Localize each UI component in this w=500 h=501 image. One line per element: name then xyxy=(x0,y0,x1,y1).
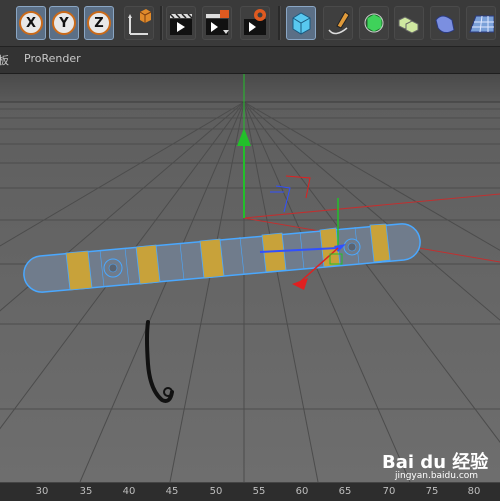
cube-primitive-button[interactable] xyxy=(286,6,316,40)
render-to-picture-viewer-button[interactable] xyxy=(202,6,232,40)
ruler-tick: 60 xyxy=(295,486,309,497)
ruler-tick: 35 xyxy=(79,486,93,497)
timeline-ruler[interactable]: 30 35 40 45 50 55 60 65 70 75 80 xyxy=(0,482,500,501)
world-coordinate-icon xyxy=(128,9,152,35)
y-axis-lock-icon: Y xyxy=(52,11,76,35)
floor-icon xyxy=(469,15,494,33)
ruler-tick: 70 xyxy=(382,486,396,497)
toolbar-separator xyxy=(160,6,163,40)
ruler-tick: 80 xyxy=(467,486,481,497)
deformer-icon xyxy=(435,15,455,34)
render-settings-button[interactable] xyxy=(240,6,270,40)
ruler-tick: 65 xyxy=(338,486,352,497)
render-view-button[interactable] xyxy=(166,6,196,40)
world-coordinate-button[interactable] xyxy=(124,6,154,40)
viewport-menu-bar: 板 ProRender xyxy=(0,47,500,74)
sky-background xyxy=(0,74,500,102)
x-axis-lock-icon: X xyxy=(19,11,43,35)
render-to-picture-viewer-icon xyxy=(206,10,229,35)
x-axis-lock-button[interactable]: X xyxy=(16,6,46,40)
menu-item-partial[interactable]: 板 xyxy=(0,52,9,68)
floor-button[interactable] xyxy=(466,6,496,40)
ruler-tick: 45 xyxy=(165,486,179,497)
menu-item-prorender[interactable]: ProRender xyxy=(24,52,81,65)
ruler-tick: 40 xyxy=(122,486,136,497)
y-axis-lock-button[interactable]: Y xyxy=(49,6,79,40)
viewport-scene[interactable] xyxy=(0,74,500,482)
3d-viewport[interactable] xyxy=(0,74,500,482)
toolbar-separator xyxy=(278,6,281,40)
ruler-tick: 50 xyxy=(209,486,223,497)
ruler-tick: 75 xyxy=(425,486,439,497)
subdivision-surface-button[interactable] xyxy=(359,6,389,40)
z-axis-lock-icon: Z xyxy=(87,11,111,35)
z-axis-lock-button[interactable]: Z xyxy=(84,6,114,40)
array-button[interactable] xyxy=(394,6,424,40)
ruler-tick: 55 xyxy=(252,486,266,497)
baidu-watermark-url: jingyan.baidu.com xyxy=(395,471,479,481)
pen-spline-icon xyxy=(328,11,350,35)
ruler-tick: 30 xyxy=(35,486,49,497)
render-settings-icon xyxy=(244,9,266,35)
array-icon xyxy=(398,16,419,34)
top-toolbar: X Y Z xyxy=(0,0,500,47)
cube-primitive-icon xyxy=(292,12,311,35)
render-view-icon xyxy=(169,13,193,35)
subdivision-surface-icon xyxy=(364,13,384,33)
pen-spline-button[interactable] xyxy=(323,6,353,40)
deformer-button[interactable] xyxy=(430,6,460,40)
